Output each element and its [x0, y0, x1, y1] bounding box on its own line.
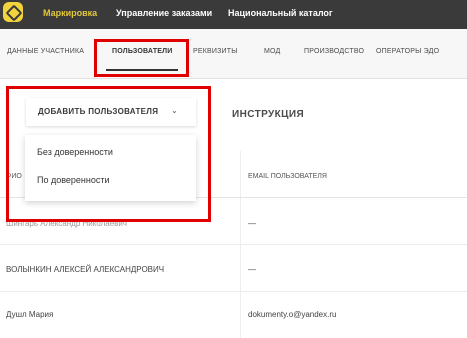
- topnav-order-management[interactable]: Управление заказами: [116, 8, 212, 18]
- topnav-markirovka[interactable]: Маркировка: [43, 8, 97, 18]
- brand-logo-icon[interactable]: [3, 2, 23, 22]
- column-header-email[interactable]: EMAIL ПОЛЬЗОВАТЕЛЯ: [248, 173, 327, 180]
- tab-production[interactable]: ПРОИЗВОДСТВО: [304, 48, 364, 55]
- row-divider: [0, 291, 467, 292]
- section-tabs: ДАННЫЕ УЧАСТНИКА ПОЛЬЗОВАТЕЛИ РЕКВИЗИТЫ …: [0, 29, 467, 79]
- dropdown-highlight: [6, 86, 211, 222]
- instruction-link[interactable]: ИНСТРУКЦИЯ: [232, 109, 304, 120]
- user-name-cell: ВОЛЫНКИН АЛЕКСЕЙ АЛЕКСАНДРОВИЧ: [6, 265, 165, 274]
- row-divider: [0, 244, 467, 245]
- user-name-cell: Душл Мария: [6, 310, 54, 319]
- tab-requisites[interactable]: РЕКВИЗИТЫ: [193, 48, 238, 55]
- topnav-national-catalog[interactable]: Национальный каталог: [228, 8, 333, 18]
- tab-edo-operators[interactable]: ОПЕРАТОРЫ ЭДО: [376, 48, 439, 55]
- tab-participant-data[interactable]: ДАННЫЕ УЧАСТНИКА: [7, 48, 84, 55]
- user-email-cell: dokumenty.o@yandex.ru: [248, 310, 337, 319]
- tab-mod[interactable]: МОД: [264, 48, 280, 55]
- user-email-cell: —: [248, 219, 256, 228]
- top-nav-bar: Маркировка Управление заказами Националь…: [0, 0, 467, 29]
- users-tab-highlight: [94, 39, 189, 77]
- user-email-cell: —: [248, 265, 256, 274]
